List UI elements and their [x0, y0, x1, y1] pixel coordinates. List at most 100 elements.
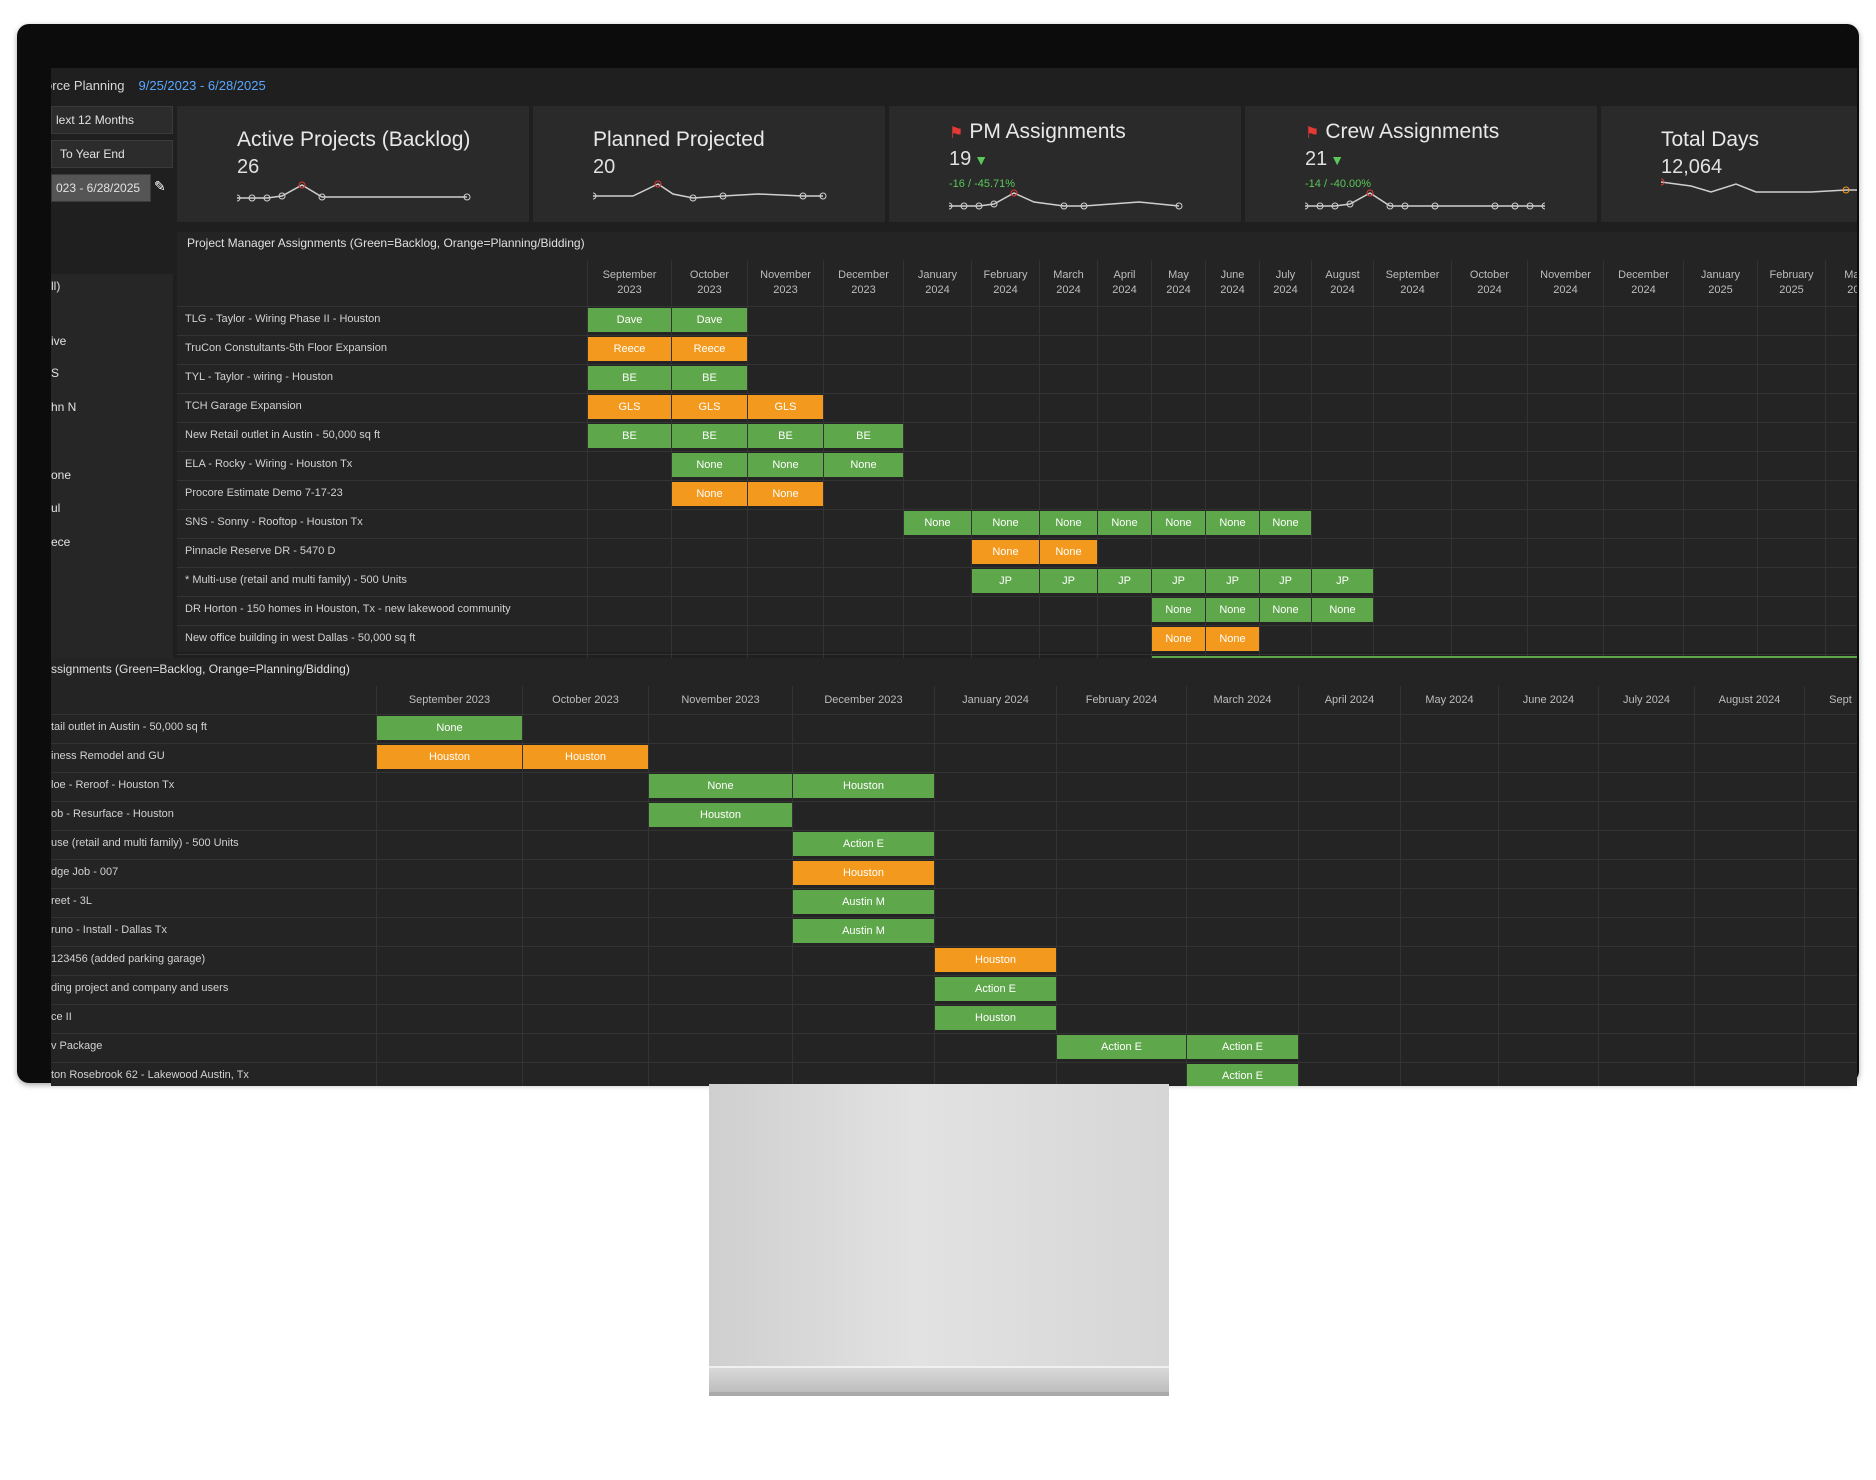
assignment-bar[interactable]: JP	[1206, 569, 1259, 593]
row-label: v Package	[51, 1040, 103, 1052]
row-label: ce II	[51, 1011, 72, 1023]
row-label: use (retail and multi family) - 500 Unit…	[51, 837, 239, 849]
assignment-bar[interactable]: Action E	[1187, 1064, 1298, 1086]
assignment-bar[interactable]: Reece	[672, 337, 747, 361]
month-header: September 2023	[376, 686, 522, 714]
kpi-card-active-projects[interactable]: Active Projects (Backlog) 26	[177, 106, 529, 222]
assignment-bar[interactable]: None	[1152, 598, 1205, 622]
assignment-bar[interactable]: Dave	[588, 308, 671, 332]
kpi-card-total-days[interactable]: Total Days 12,064	[1601, 106, 1857, 222]
month-header: June 2024	[1205, 260, 1259, 306]
filter-item[interactable]: ive	[51, 334, 66, 348]
next-12-months-button[interactable]: lext 12 Months	[51, 106, 173, 134]
assignment-bar[interactable]: BE	[672, 366, 747, 390]
filter-item[interactable]: ul	[51, 501, 60, 515]
assignment-bar[interactable]: BE	[588, 424, 671, 448]
assignment-bar[interactable]: Houston	[935, 948, 1056, 972]
to-year-end-button[interactable]: To Year End	[51, 140, 173, 168]
monitor-stand-base	[709, 1366, 1169, 1396]
assignment-bar[interactable]: None	[972, 511, 1039, 535]
assignment-bar[interactable]: BE	[824, 424, 903, 448]
assignment-bar[interactable]: None	[1040, 511, 1097, 535]
assignment-bar[interactable]: None	[649, 774, 792, 798]
assignment-bar[interactable]: Action E	[935, 977, 1056, 1001]
assignment-bar[interactable]: None	[672, 453, 747, 477]
assignment-bar[interactable]: Houston	[935, 1006, 1056, 1030]
assignment-bar[interactable]: JP	[1040, 569, 1097, 593]
assignment-bar[interactable]: None	[1312, 598, 1373, 622]
kpi-card-crew-assignments[interactable]: ⚑ Crew Assignments 21 ▼ -14 / -40.00%	[1245, 106, 1597, 222]
row-label: New office building in west Dallas - 50,…	[185, 632, 416, 644]
assignment-bar[interactable]: Houston	[523, 745, 648, 769]
row-label: runo - Install - Dallas Tx	[51, 924, 167, 936]
assignment-bar[interactable]: None	[1260, 511, 1311, 535]
assignment-bar[interactable]: Action E	[793, 832, 934, 856]
assignment-bar[interactable]: GLS	[672, 395, 747, 419]
month-header: February 2025	[1757, 260, 1825, 306]
assignment-bar[interactable]: JP	[1312, 569, 1373, 593]
assignment-bar[interactable]: JP	[972, 569, 1039, 593]
filter-item[interactable]: one	[51, 468, 71, 482]
month-header: May 2024	[1400, 686, 1498, 714]
assignment-bar[interactable]: BE	[672, 424, 747, 448]
custom-range-button[interactable]: 023 - 6/28/2025	[51, 174, 151, 202]
screen: orce Planning 9/25/2023 - 6/28/2025 lext…	[51, 68, 1857, 1086]
month-header: September 2023	[587, 260, 671, 306]
assignment-bar[interactable]: None	[1152, 511, 1205, 535]
assignment-bar[interactable]: Austin M	[793, 890, 934, 914]
assignment-bar[interactable]: Houston	[377, 745, 522, 769]
month-header: July 2024	[1259, 260, 1311, 306]
assignment-bar[interactable]: None	[1098, 511, 1151, 535]
filter-item[interactable]: ll)	[51, 279, 60, 293]
assignment-bar[interactable]: None	[1040, 540, 1097, 564]
assignment-bar[interactable]: GLS	[588, 395, 671, 419]
assignment-bar[interactable]: GLS	[748, 395, 823, 419]
row-label: * Multi-use (retail and multi family) - …	[185, 574, 407, 586]
filter-item[interactable]: S	[51, 366, 59, 380]
row-label: TLG - Taylor - Wiring Phase II - Houston	[185, 313, 381, 325]
month-header: March 2025	[1825, 260, 1857, 306]
flag-icon: ⚑	[949, 125, 964, 142]
assignment-bar[interactable]: None	[972, 540, 1039, 564]
kpi-card-planned-projected[interactable]: Planned Projected 20	[533, 106, 885, 222]
month-header: July 2024	[1598, 686, 1694, 714]
assignment-bar[interactable]: Houston	[793, 861, 934, 885]
assignment-bar[interactable]: None	[1206, 598, 1259, 622]
assignment-bar[interactable]: Action E	[1057, 1035, 1186, 1059]
month-header: February 2024	[1056, 686, 1186, 714]
kpi-title: ⚑ Crew Assignments	[1305, 120, 1500, 143]
edit-pencil-icon[interactable]: ✎	[154, 178, 166, 195]
assignment-bar[interactable]: JP	[1260, 569, 1311, 593]
filter-item[interactable]: ece	[51, 535, 70, 549]
kpi-card-pm-assignments[interactable]: ⚑ PM Assignments 19 ▼ -16 / -45.71%	[889, 106, 1241, 222]
assignment-bar[interactable]: None	[377, 716, 522, 740]
date-range-link[interactable]: 9/25/2023 - 6/28/2025	[139, 78, 266, 93]
assignment-bar[interactable]: JP	[1098, 569, 1151, 593]
row-label: reet - 3L	[51, 895, 92, 907]
assignment-bar[interactable]: None	[1152, 627, 1205, 651]
assignment-bar[interactable]: BE	[588, 366, 671, 390]
kpi-value: 21 ▼	[1305, 148, 1345, 170]
assignment-bar[interactable]: None	[904, 511, 971, 535]
sparkline	[949, 189, 1183, 210]
filter-item[interactable]: hn N	[51, 400, 76, 414]
assignment-bar[interactable]: None	[748, 453, 823, 477]
month-header: April 2024	[1298, 686, 1400, 714]
assignment-bar[interactable]: None	[1206, 627, 1259, 651]
assignment-bar[interactable]: Reece	[588, 337, 671, 361]
assignment-bar[interactable]: None	[1206, 511, 1259, 535]
month-header: March 2024	[1039, 260, 1097, 306]
assignment-bar[interactable]: JP	[1152, 569, 1205, 593]
assignment-bar[interactable]: None	[748, 482, 823, 506]
assignment-bar[interactable]: Houston	[793, 774, 934, 798]
row-label: DR Horton - 150 homes in Houston, Tx - n…	[185, 603, 511, 615]
assignment-bar[interactable]: None	[672, 482, 747, 506]
assignment-bar[interactable]: Dave	[672, 308, 747, 332]
monitor-stand	[709, 1084, 1169, 1366]
assignment-bar[interactable]: None	[1260, 598, 1311, 622]
assignment-bar[interactable]: BE	[748, 424, 823, 448]
assignment-bar[interactable]: Action E	[1187, 1035, 1298, 1059]
assignment-bar[interactable]: Austin M	[793, 919, 934, 943]
assignment-bar[interactable]: Houston	[649, 803, 792, 827]
assignment-bar[interactable]: None	[824, 453, 903, 477]
